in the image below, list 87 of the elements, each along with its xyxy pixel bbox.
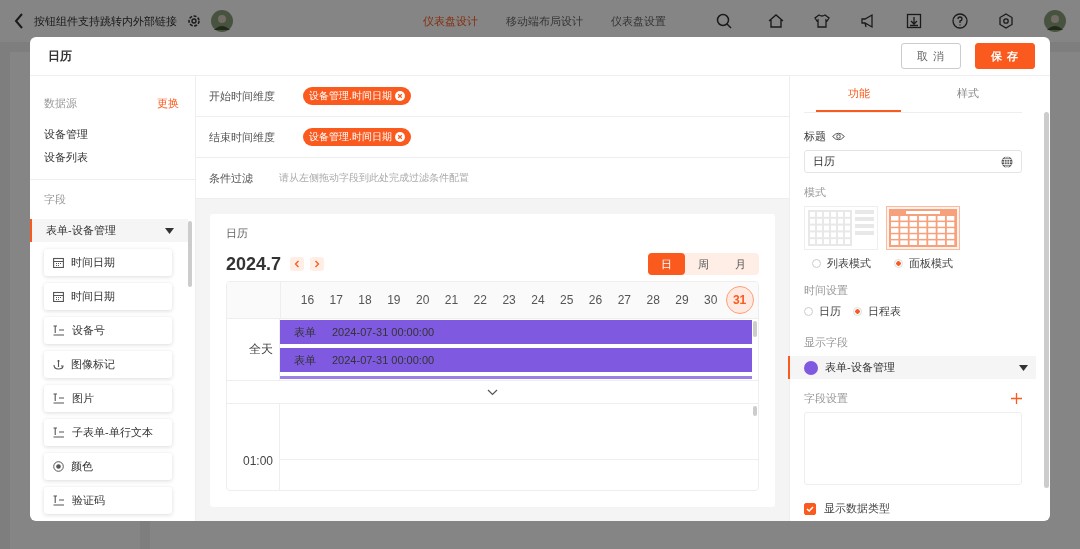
month-label: 2024.7 <box>226 253 282 275</box>
caret-icon <box>165 227 174 234</box>
shirt-icon[interactable] <box>814 13 830 29</box>
day-number[interactable]: 20 <box>408 286 437 314</box>
section-label: 字段设置 <box>804 391 848 406</box>
config-label: 结束时间维度 <box>209 129 275 145</box>
section-label: 显示字段 <box>804 335 848 350</box>
field-card[interactable]: 时间日期 <box>44 249 172 276</box>
remove-icon[interactable] <box>394 132 405 142</box>
time-radio[interactable]: 日程表 <box>853 304 901 319</box>
day-number[interactable]: 17 <box>322 286 351 314</box>
day-number[interactable]: 23 <box>495 286 524 314</box>
field-card[interactable]: 子表单-单行文本 <box>44 419 172 446</box>
checkbox-label: 显示数据类型 <box>824 501 890 516</box>
field-card[interactable]: 颜色 <box>44 453 172 480</box>
datasource-item: 设备管理 <box>43 127 89 142</box>
field-card[interactable]: 图像标记 <box>44 351 172 378</box>
day-number[interactable]: 22 <box>466 286 495 314</box>
megaphone-icon[interactable] <box>860 13 876 29</box>
field-label: 标题 <box>804 129 826 144</box>
avatar-icon[interactable] <box>1044 10 1066 32</box>
caret-icon <box>1019 364 1028 371</box>
day-number[interactable]: 24 <box>523 286 552 314</box>
day-number[interactable]: 30 <box>696 286 725 314</box>
add-icon[interactable] <box>1011 393 1022 404</box>
day-number[interactable]: 26 <box>581 286 610 314</box>
board-mode-thumbnail[interactable] <box>886 206 960 250</box>
mode-radio[interactable]: 面板模式 <box>893 256 953 271</box>
field-card[interactable]: 设备号 <box>44 317 172 344</box>
day-number[interactable]: 25 <box>552 286 581 314</box>
text-field-icon <box>53 495 65 506</box>
day-number[interactable]: 29 <box>667 286 696 314</box>
settings-tab[interactable]: 样式 <box>925 76 1010 112</box>
view-tab[interactable]: 周 <box>685 253 722 275</box>
day-number[interactable]: 27 <box>610 286 639 314</box>
remove-icon[interactable] <box>394 91 405 101</box>
config-label: 开始时间维度 <box>209 88 275 104</box>
settings-icon[interactable] <box>187 14 201 28</box>
drop-hint: 请从左侧拖动字段到此处完成过滤条件配置 <box>279 171 469 185</box>
radio-icon <box>53 461 64 472</box>
globe-icon[interactable] <box>1001 155 1013 168</box>
gear-icon[interactable] <box>998 13 1014 29</box>
calendar-icon <box>53 257 64 268</box>
top-tab[interactable]: 仪表盘设置 <box>611 13 666 29</box>
chevron-down-icon[interactable] <box>487 388 498 396</box>
day-number[interactable]: 21 <box>437 286 466 314</box>
home-icon[interactable] <box>768 13 784 29</box>
top-tab[interactable]: 移动端布局设计 <box>506 13 583 29</box>
section-label: 模式 <box>804 185 826 200</box>
cancel-button[interactable]: 取 消 <box>901 43 961 69</box>
section-label: 字段 <box>43 192 67 207</box>
download-icon[interactable] <box>906 13 922 29</box>
section-label: 时间设置 <box>804 283 848 298</box>
back-icon[interactable] <box>14 13 24 29</box>
search-icon[interactable] <box>716 13 732 29</box>
day-number[interactable]: 18 <box>351 286 380 314</box>
field-group[interactable]: 表单-设备管理 <box>30 219 188 242</box>
text-field-icon <box>53 325 65 336</box>
field-card[interactable]: 时间日期 <box>44 283 172 310</box>
text-field-icon <box>53 427 65 438</box>
datasource-item: 设备列表 <box>43 150 89 165</box>
widget-title: 日历 <box>226 226 249 241</box>
anchor-icon <box>53 359 64 370</box>
avatar-icon[interactable] <box>211 10 233 32</box>
all-day-label: 全天 <box>249 341 273 358</box>
time-radio[interactable]: 日历 <box>804 304 841 319</box>
help-icon[interactable] <box>952 13 968 29</box>
day-number[interactable]: 16 <box>293 286 322 314</box>
dialog-title: 日历 <box>48 47 72 65</box>
checkbox[interactable] <box>804 502 816 515</box>
field-card[interactable]: 验证码 <box>44 487 172 514</box>
text-field-icon <box>53 393 65 404</box>
page-title: 按钮组件支持跳转内外部链接 <box>34 13 177 29</box>
display-field-select[interactable]: 表单-设备管理 <box>788 356 1036 379</box>
previous-button[interactable] <box>290 257 305 271</box>
hour-label: 01:00 <box>242 454 273 468</box>
title-input[interactable]: 日历 <box>804 150 1022 173</box>
mode-radio[interactable]: 列表模式 <box>811 256 871 271</box>
calendar-icon <box>53 291 64 302</box>
next-button[interactable] <box>310 257 325 271</box>
config-label: 条件过滤 <box>209 170 253 186</box>
day-number[interactable]: 19 <box>379 286 408 314</box>
view-tab[interactable]: 月 <box>722 253 759 275</box>
eye-icon[interactable] <box>832 132 845 141</box>
section-label: 数据源 <box>44 96 77 111</box>
field-card[interactable]: 图片 <box>44 385 172 412</box>
day-number[interactable]: 28 <box>639 286 668 314</box>
